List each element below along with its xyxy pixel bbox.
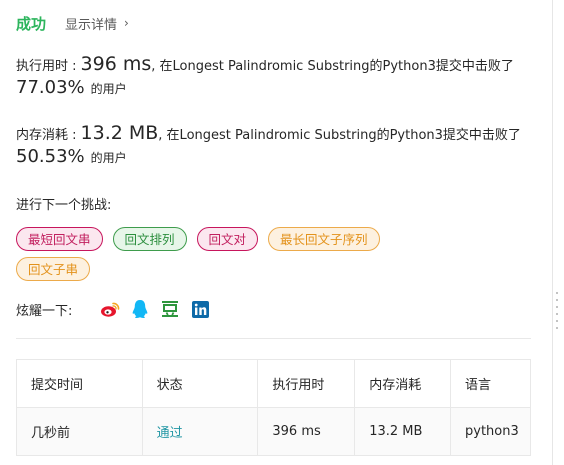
show-details-link[interactable]: 显示详情 › bbox=[65, 14, 129, 33]
runtime-suffix: 的用户 bbox=[90, 82, 127, 96]
challenge-tag[interactable]: 回文排列 bbox=[112, 227, 187, 251]
show-details-label: 显示详情 bbox=[65, 17, 118, 33]
memory-percent: 50.53% bbox=[16, 146, 85, 167]
chevron-right-icon: › bbox=[124, 16, 129, 30]
qq-icon[interactable] bbox=[130, 299, 150, 319]
cell-status: 通过 bbox=[141, 407, 259, 456]
column-header-runtime: 执行用时 bbox=[257, 359, 356, 408]
share-row: 炫耀一下: bbox=[16, 298, 220, 320]
runtime-label: 执行用时 : bbox=[16, 59, 77, 74]
linkedin-icon[interactable] bbox=[190, 299, 210, 319]
divider bbox=[16, 338, 531, 339]
result-header: 成功 显示详情 › bbox=[16, 12, 129, 34]
challenge-tag[interactable]: 最长回文子序列 bbox=[268, 227, 380, 251]
challenge-tag[interactable]: 最短回文串 bbox=[16, 227, 103, 251]
status-link[interactable]: 通过 bbox=[157, 426, 183, 441]
douban-icon[interactable] bbox=[160, 299, 180, 319]
runtime-value: 396 ms bbox=[80, 53, 152, 75]
memory-value: 13.2 MB bbox=[80, 122, 159, 144]
submission-table: 提交时间 状态 执行用时 内存消耗 语言 几秒前 通过 396 ms 13.2 … bbox=[16, 359, 531, 456]
runtime-stat: 执行用时 : 396 ms , 在Longest Palindromic Sub… bbox=[16, 55, 546, 97]
weibo-icon[interactable] bbox=[100, 299, 120, 319]
submission-result-panel: 成功 显示详情 › 执行用时 : 396 ms , 在Longest Palin… bbox=[0, 0, 564, 465]
challenge-tag[interactable]: 回文子串 bbox=[16, 257, 91, 281]
memory-description: , 在Longest Palindromic Substring的Python3… bbox=[158, 128, 521, 143]
column-header-language: 语言 bbox=[450, 359, 531, 408]
challenge-tag[interactable]: 回文对 bbox=[196, 227, 259, 251]
cell-memory: 13.2 MB bbox=[354, 407, 452, 456]
share-label: 炫耀一下: bbox=[16, 303, 73, 319]
runtime-percent: 77.03% bbox=[16, 77, 85, 98]
cell-language: python3 bbox=[450, 407, 531, 456]
table-header-row: 提交时间 状态 执行用时 内存消耗 语言 bbox=[16, 359, 531, 408]
memory-label: 内存消耗 : bbox=[16, 128, 77, 143]
resize-handle[interactable] bbox=[556, 292, 559, 329]
cell-runtime: 396 ms bbox=[257, 407, 356, 456]
status-title: 成功 bbox=[16, 14, 47, 33]
next-challenge-label: 进行下一个挑战: bbox=[16, 198, 112, 213]
column-header-memory: 内存消耗 bbox=[354, 359, 452, 408]
runtime-description: , 在Longest Palindromic Substring的Python3… bbox=[151, 59, 514, 74]
column-header-time: 提交时间 bbox=[16, 359, 143, 408]
memory-suffix: 的用户 bbox=[90, 151, 127, 165]
memory-stat: 内存消耗 : 13.2 MB , 在Longest Palindromic Su… bbox=[16, 124, 546, 166]
cell-time: 几秒前 bbox=[16, 407, 143, 456]
column-header-status: 状态 bbox=[141, 359, 259, 408]
panel-border bbox=[552, 0, 553, 465]
challenge-tags: 最短回文串 回文排列 回文对 最长回文子序列 回文子串 bbox=[16, 227, 446, 281]
table-row: 几秒前 通过 396 ms 13.2 MB python3 bbox=[16, 407, 531, 456]
